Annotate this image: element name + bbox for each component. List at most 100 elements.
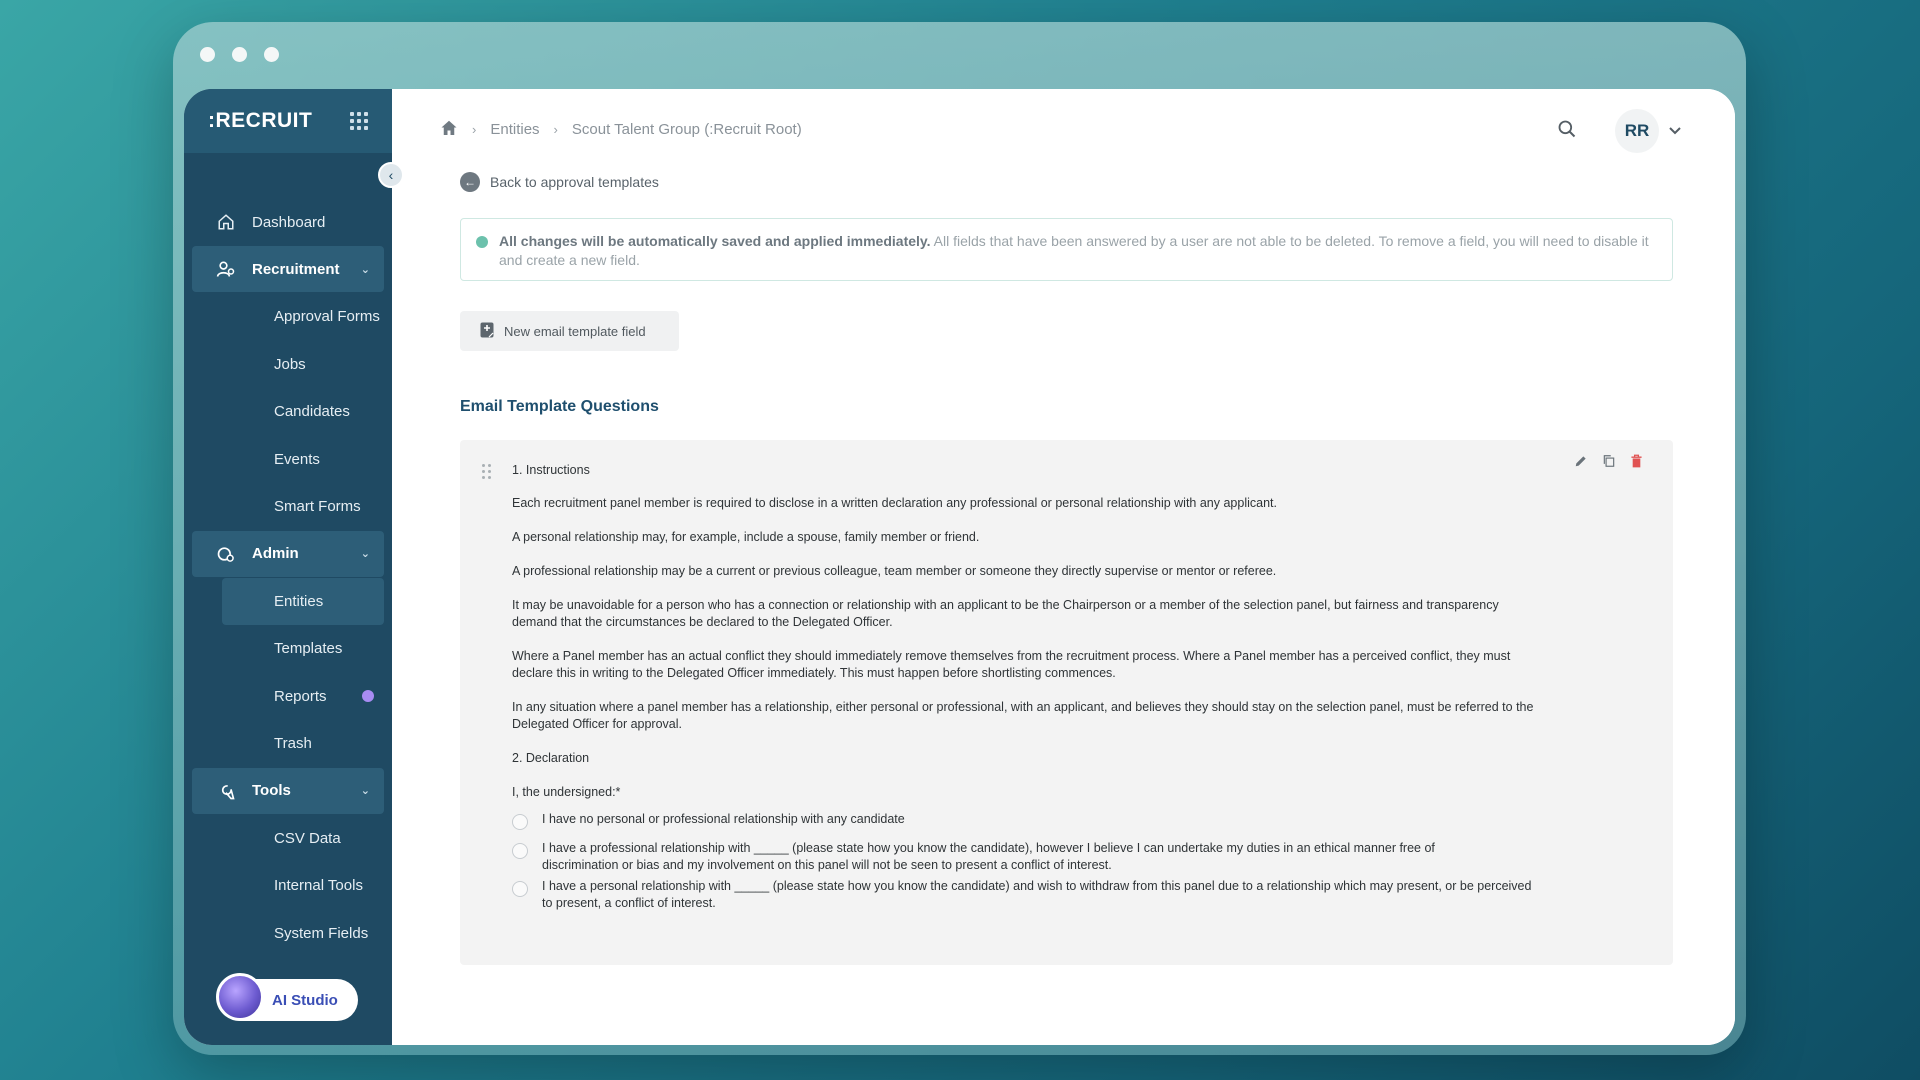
chevron-down-icon: ⌄ (360, 785, 370, 797)
top-bar: › Entities › Scout Talent Group (:Recrui… (392, 89, 1735, 169)
sidebar-item-label: Trash (274, 735, 312, 753)
sidebar-item-candidates[interactable]: Candidates (222, 388, 384, 436)
sidebar-header: :RECRUIT (184, 89, 392, 153)
sidebar-item-system-fields[interactable]: System Fields (222, 910, 384, 958)
sidebar-item-smart-forms[interactable]: Smart Forms (222, 483, 384, 531)
sidebar-item-label: Smart Forms (274, 498, 361, 516)
instruction-paragraph: Each recruitment panel member is require… (512, 496, 1277, 510)
sidebar-item-label: Dashboard (252, 213, 326, 231)
home-icon[interactable] (440, 119, 458, 140)
sidebar-section-tools[interactable]: Tools ⌄ (192, 767, 384, 814)
sidebar-item-label: Tools (252, 782, 291, 799)
app-logo[interactable]: :RECRUIT (208, 109, 312, 133)
instruction-paragraph: A professional relationship may be a cur… (512, 564, 1277, 578)
radio-button[interactable] (512, 843, 528, 859)
window-dot-minimize[interactable] (232, 47, 247, 62)
radio-option[interactable]: I have a professional relationship with … (512, 840, 1673, 874)
sidebar-item-dashboard[interactable]: Dashboard (192, 199, 384, 245)
info-icon (476, 236, 488, 248)
ai-studio-avatar-icon (216, 973, 264, 1021)
sidebar-item-trash[interactable]: Trash (222, 720, 384, 768)
sidebar-item-jobs[interactable]: Jobs (222, 341, 384, 389)
radio-option[interactable]: I have a personal relationship with ____… (512, 878, 1673, 912)
card-actions (1574, 454, 1643, 473)
chevron-left-icon: ‹ (388, 167, 394, 183)
sidebar-item-label: Internal Tools (274, 877, 363, 895)
window-dot-close[interactable] (200, 47, 215, 62)
sidebar-item-reports[interactable]: Reports (222, 673, 384, 721)
sidebar: :RECRUIT ‹ Dashboard Recruitment ⌄ Appro… (184, 89, 404, 1045)
ai-studio-label: AI Studio (272, 991, 338, 1009)
sidebar-item-internal-tools[interactable]: Internal Tools (222, 862, 384, 910)
section-title: Email Template Questions (460, 398, 659, 415)
option-label: I have no personal or professional relat… (542, 812, 905, 826)
sidebar-item-label: Entities (274, 592, 324, 610)
wrench-icon (216, 781, 236, 801)
page-body: ← Back to approval templates All changes… (392, 172, 1735, 965)
question-title: 1. Instructions (512, 463, 590, 477)
declaration-title: 2. Declaration (512, 751, 590, 765)
sidebar-item-csv-data[interactable]: CSV Data (222, 815, 384, 863)
sidebar-item-templates[interactable]: Templates (222, 625, 384, 673)
sidebar-item-label: Candidates (274, 403, 350, 421)
sidebar-item-label: Templates (274, 640, 343, 658)
sidebar-nav: Dashboard Recruitment ⌄ Approval Forms J… (184, 153, 392, 957)
edit-icon[interactable] (1574, 454, 1588, 473)
radio-button[interactable] (512, 814, 528, 830)
ai-studio-button[interactable]: AI Studio (216, 973, 358, 1021)
duplicate-icon[interactable] (1602, 454, 1616, 473)
sidebar-item-label: Recruitment (252, 260, 340, 278)
form-add-icon (480, 322, 494, 341)
sidebar-item-label: Admin (252, 545, 299, 562)
chevron-down-icon: ⌄ (360, 548, 370, 560)
option-label: I have a personal relationship with ____… (542, 879, 1532, 910)
sidebar-item-label: Approval Forms (274, 308, 380, 326)
home-icon (216, 212, 236, 232)
option-label: I have a professional relationship with … (542, 841, 1435, 872)
collapse-sidebar-button[interactable]: ‹ (378, 162, 404, 188)
sidebar-item-label: Reports (274, 687, 327, 705)
breadcrumb-current: Scout Talent Group (:Recruit Root) (571, 120, 802, 138)
sidebar-section-admin[interactable]: Admin ⌄ (192, 530, 384, 577)
sidebar-item-label: Jobs (274, 355, 306, 373)
radio-button[interactable] (512, 881, 528, 897)
chevron-right-icon: › (553, 121, 558, 137)
window-dot-maximize[interactable] (264, 47, 279, 62)
button-label: New email template field (504, 323, 646, 339)
sidebar-item-approval-forms[interactable]: Approval Forms (222, 293, 384, 341)
apps-grid-icon[interactable] (350, 112, 368, 130)
delete-icon[interactable] (1630, 454, 1643, 473)
user-menu[interactable]: RR (1615, 109, 1681, 153)
back-to-approval-templates-link[interactable]: ← Back to approval templates (460, 172, 1673, 192)
new-email-template-field-button[interactable]: New email template field (460, 311, 679, 351)
arrow-left-icon: ← (460, 172, 480, 192)
sidebar-item-label: System Fields (274, 924, 369, 942)
question-card: 1. Instructions Each recruitment panel m… (460, 440, 1673, 965)
sidebar-item-label: Events (274, 450, 320, 468)
chevron-right-icon: › (472, 121, 477, 137)
chevron-down-icon[interactable] (1669, 122, 1681, 140)
radio-option[interactable]: I have no personal or professional relat… (512, 811, 1673, 830)
back-label: Back to approval templates (490, 174, 659, 190)
info-notice: All changes will be automatically saved … (460, 218, 1673, 281)
top-right-actions: RR (1557, 109, 1681, 153)
sidebar-item-label: CSV Data (274, 829, 341, 847)
breadcrumb-entities[interactable]: Entities (490, 121, 539, 138)
instruction-paragraph: In any situation where a panel member ha… (512, 700, 1534, 731)
drag-handle-icon[interactable] (482, 464, 491, 479)
sidebar-item-entities[interactable]: Entities (222, 577, 384, 625)
avatar[interactable]: RR (1615, 109, 1659, 153)
window-controls (200, 47, 279, 62)
instruction-paragraph: Where a Panel member has an actual confl… (512, 649, 1511, 680)
sidebar-section-recruitment[interactable]: Recruitment ⌄ (192, 246, 384, 292)
chevron-down-icon: ⌄ (360, 263, 370, 276)
instruction-paragraph: A personal relationship may, for example… (512, 530, 980, 544)
notice-bold: All changes will be automatically saved … (499, 233, 931, 249)
breadcrumb: › Entities › Scout Talent Group (:Recrui… (440, 119, 802, 140)
notification-badge (362, 690, 374, 703)
admin-icon (216, 544, 236, 564)
sidebar-item-events[interactable]: Events (222, 436, 384, 484)
undersigned-label: I, the undersigned:* (512, 785, 621, 799)
app-shell: :RECRUIT ‹ Dashboard Recruitment ⌄ Appro… (184, 89, 1735, 1045)
search-icon[interactable] (1557, 119, 1577, 144)
